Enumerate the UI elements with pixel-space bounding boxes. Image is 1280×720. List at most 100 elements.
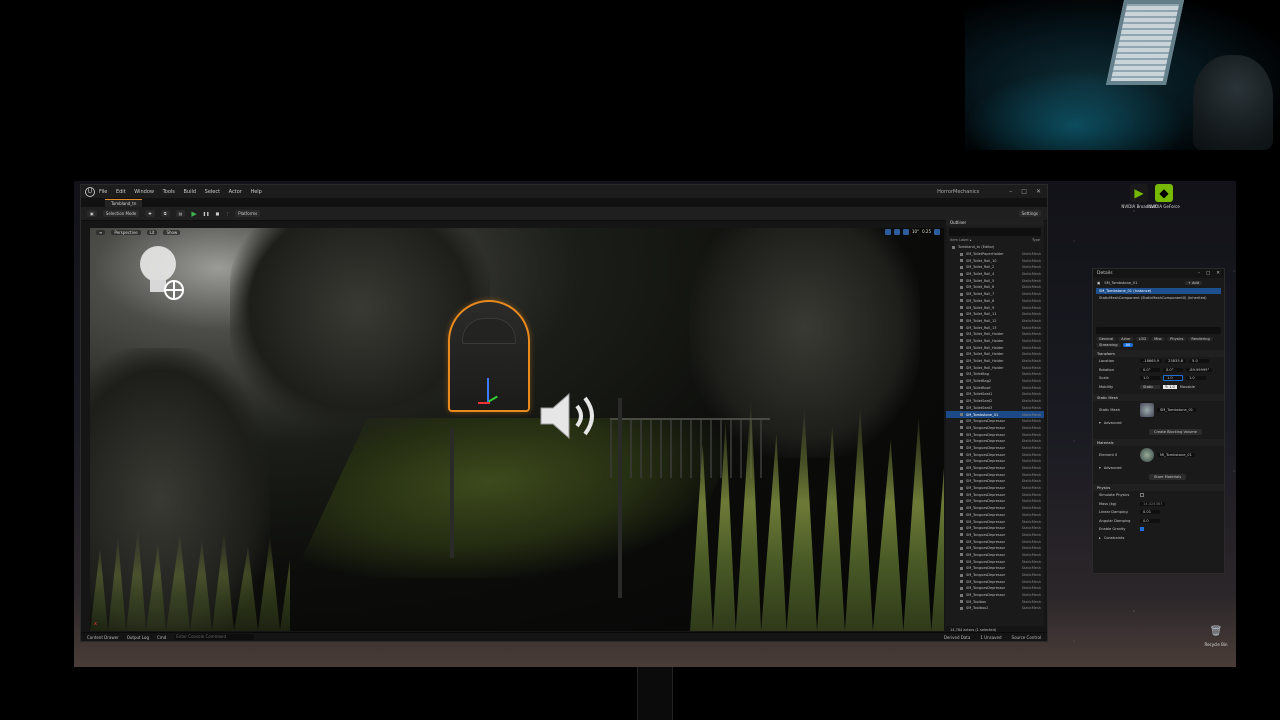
gravity-checkbox[interactable] (1140, 527, 1144, 532)
menu-build[interactable]: Build (183, 189, 196, 195)
perspective-dropdown[interactable]: Perspective (111, 229, 141, 235)
outliner-row[interactable]: SM_TonguesDepressor StaticMesh (946, 578, 1044, 585)
close-icon[interactable]: ✕ (1036, 188, 1041, 195)
rotation-x[interactable]: 0.0° (1140, 367, 1160, 372)
cmd-dropdown[interactable]: Cmd (157, 635, 166, 640)
scale-y[interactable]: 1.0 (1163, 375, 1183, 382)
outliner-row[interactable]: SM_TonguesDepressor StaticMesh (946, 532, 1044, 539)
audio-source-icon[interactable] (537, 386, 607, 446)
outliner-row[interactable]: SM_Toolbox2 StaticMesh (946, 605, 1044, 612)
static-mesh-section[interactable]: Static Mesh (1093, 394, 1224, 401)
console-command-input[interactable]: Enter Console Command (174, 634, 255, 640)
show-dropdown[interactable]: Show (163, 229, 181, 235)
outliner-row[interactable]: SM_Toilet_Roll_Holder StaticMesh (946, 331, 1044, 338)
outliner-row[interactable]: SM_Toilet_Roll_5 StaticMesh (946, 277, 1044, 284)
outliner-root[interactable]: Tombland_tn (Editor) (946, 244, 1044, 251)
location-x[interactable]: -18665.9 (1140, 359, 1163, 364)
material-thumbnail[interactable] (1140, 448, 1154, 462)
outliner-row[interactable]: SM_TonguesDepressor StaticMesh (946, 478, 1044, 485)
menu-actor[interactable]: Actor (229, 189, 242, 195)
outliner-row[interactable]: SM_TonguesDepressor StaticMesh (946, 498, 1044, 505)
menu-edit[interactable]: Edit (116, 189, 126, 195)
translate-tool-icon[interactable] (885, 229, 891, 235)
nvidia-geforce-desktop-icon[interactable]: ◆ NVIDIA GeForce (1146, 184, 1182, 209)
linear-damping-value[interactable]: 0.01 (1140, 510, 1160, 515)
outliner-row[interactable]: SM_Toolbox StaticMesh (946, 598, 1044, 605)
materials-section[interactable]: Materials (1093, 439, 1224, 446)
advanced-toggle[interactable]: ▾ Advanced (1093, 419, 1224, 428)
snap-value[interactable]: 0.25 (922, 229, 931, 235)
outliner-search-input[interactable] (949, 228, 1041, 236)
mobility-movable[interactable]: Movable (1180, 385, 1195, 389)
outliner-row[interactable]: SM_TonguesDepressor StaticMesh (946, 485, 1044, 492)
menu-help[interactable]: Help (250, 189, 261, 195)
camera-speed-icon[interactable] (934, 229, 940, 235)
cinematics-icon[interactable]: ▤ (175, 210, 186, 217)
outliner-row[interactable]: SM_TonguesDepressor StaticMesh (946, 558, 1044, 565)
outliner-row[interactable]: SM_ToiletSeat2 StaticMesh (946, 398, 1044, 405)
outliner-row[interactable]: SM_TonguesDepressor StaticMesh (946, 465, 1044, 472)
level-viewport[interactable]: ≡ Perspective Lit Show 10° 0.25 x (90, 228, 944, 631)
component-root[interactable]: SM_Tombstone_01 (Instance) (1096, 288, 1221, 294)
mobility-static[interactable]: Static (1140, 384, 1160, 389)
scale-tool-icon[interactable] (903, 229, 909, 235)
outliner-row[interactable]: SM_Toilet_Roll_Holder StaticMesh (946, 344, 1044, 351)
point-light-icon[interactable] (134, 240, 194, 310)
platforms-dropdown[interactable]: Platforms (235, 210, 261, 217)
outliner-row[interactable]: SM_TonguesDepressor StaticMesh (946, 491, 1044, 498)
outliner-row[interactable]: SM_TonguesDepressor StaticMesh (946, 552, 1044, 559)
outliner-row[interactable]: SM_Toilet_Roll_12 StaticMesh (946, 318, 1044, 325)
outliner-row[interactable]: SM_ToiletPaperHolder StaticMesh (946, 251, 1044, 258)
outliner-row[interactable]: SM_TonguesDepressor StaticMesh (946, 505, 1044, 512)
outliner-row[interactable]: SM_ToiletSeat1 StaticMesh (946, 391, 1044, 398)
rotate-tool-icon[interactable] (894, 229, 900, 235)
tab-all[interactable]: All (1122, 343, 1134, 347)
outliner-row[interactable]: SM_TonguesDepressor StaticMesh (946, 471, 1044, 478)
tab-misc[interactable]: Misc (1151, 337, 1166, 341)
simulate-physics-checkbox[interactable] (1140, 493, 1144, 498)
tab-streaming[interactable]: Streaming (1096, 343, 1121, 347)
tab-actor[interactable]: Actor (1118, 337, 1134, 341)
transform-section[interactable]: Transform (1093, 350, 1224, 357)
material-picker[interactable]: MI_Tombstone_01 (1157, 453, 1195, 457)
col-item-label[interactable]: Item Label ▴ (950, 238, 971, 244)
outliner-row[interactable]: SM_Toilet_Roll_11 StaticMesh (946, 311, 1044, 318)
outliner-row[interactable]: SM_TonguesDepressor StaticMesh (946, 518, 1044, 525)
recycle-bin-desktop-icon[interactable]: 🗑 Recycle Bin (1198, 622, 1234, 648)
outliner-row[interactable]: SM_Toilet_Roll_9 StaticMesh (946, 304, 1044, 311)
location-y[interactable]: 25835.8 (1165, 359, 1187, 364)
outliner-row[interactable]: SM_TonguesDepressor StaticMesh (946, 458, 1044, 465)
minimize-icon[interactable]: – (1198, 271, 1200, 276)
outliner-row[interactable]: SM_TonguesDepressor StaticMesh (946, 585, 1044, 592)
outliner-row[interactable]: SM_TonguesDepressor StaticMesh (946, 538, 1044, 545)
maximize-icon[interactable]: □ (1206, 271, 1210, 276)
unreal-logo-icon[interactable]: U (85, 186, 95, 197)
menu-tools[interactable]: Tools (163, 189, 175, 195)
viewport-options-icon[interactable]: ≡ (96, 229, 106, 235)
outliner-row[interactable]: SM_Toilet_Roll_Holder StaticMesh (946, 351, 1044, 358)
outliner-row-selected[interactable]: SM_Tombstone_01 StaticMesh (946, 411, 1044, 418)
close-icon[interactable]: ✕ (1216, 271, 1220, 276)
details-search-input[interactable] (1096, 327, 1221, 334)
outliner-row[interactable]: SM_TonguesDepressor StaticMesh (946, 512, 1044, 519)
outliner-row[interactable]: SM_Toilet_Roll_8 StaticMesh (946, 298, 1044, 305)
selected-tombstone[interactable] (448, 300, 530, 412)
outliner-row[interactable]: SM_Toilet_Roll_10 StaticMesh (946, 257, 1044, 264)
outliner-row[interactable]: SM_Toilet_Roll_13 StaticMesh (946, 324, 1044, 331)
advanced-toggle[interactable]: ▾ Advanced (1093, 464, 1224, 473)
stop-icon[interactable]: ■ (215, 211, 219, 216)
tab-lod[interactable]: LOD (1135, 337, 1150, 341)
constraints-toggle[interactable]: ▸ Constraints (1093, 534, 1224, 543)
add-actor-icon[interactable]: ✚ (145, 210, 155, 217)
outliner-row[interactable]: SM_ToiletBag StaticMesh (946, 371, 1044, 378)
outliner-row[interactable]: SM_ToiletSeat3 StaticMesh (946, 405, 1044, 412)
outliner-row[interactable]: SM_TonguesDepressor StaticMesh (946, 565, 1044, 572)
save-icon[interactable]: ▣ (87, 210, 97, 217)
menu-file[interactable]: File (99, 189, 107, 195)
output-log-button[interactable]: Output Log (127, 635, 149, 640)
outliner-row[interactable]: SM_Toilet_Roll_6 StaticMesh (946, 284, 1044, 291)
create-blocking-volume-button[interactable]: Create Blocking Volume (1149, 428, 1202, 435)
blueprint-icon[interactable]: ⧉ (160, 210, 170, 217)
level-tab[interactable]: Tombland_tn (105, 198, 143, 207)
outliner-row[interactable]: SM_Toilet_Roll_7 StaticMesh (946, 291, 1044, 298)
